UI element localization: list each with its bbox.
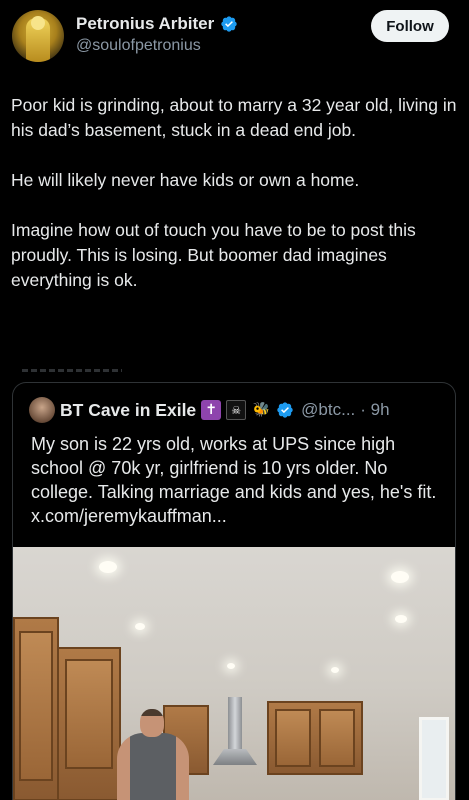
verified-badge-icon	[277, 402, 293, 418]
tweet-header: Petronius Arbiter @soulofpetronius Follo…	[0, 0, 469, 80]
separator	[22, 369, 122, 372]
quoted-tweet-header: BT Cave in Exile ✝ ☠ 🐝 @btc... · 9h	[29, 397, 390, 423]
author-avatar[interactable]	[12, 10, 64, 62]
kitchen-photo[interactable]	[13, 547, 455, 800]
person-figure	[113, 709, 193, 800]
author-name[interactable]: Petronius Arbiter	[76, 14, 214, 34]
tweet-paragraph: He will likely never have kids or own a …	[11, 170, 360, 190]
quoted-tweet[interactable]: BT Cave in Exile ✝ ☠ 🐝 @btc... · 9h My s…	[12, 382, 456, 800]
window	[419, 717, 449, 800]
tweet-body: Poor kid is grinding, about to marry a 3…	[11, 93, 461, 318]
quoted-author-avatar	[29, 397, 55, 423]
author-name-row: Petronius Arbiter	[76, 14, 238, 34]
bee-emoji-icon: 🐝	[252, 402, 270, 418]
author-handle[interactable]: @soulofpetronius	[76, 37, 201, 55]
tweet-paragraph: Poor kid is grinding, about to marry a 3…	[11, 95, 457, 140]
range-hood	[213, 697, 257, 767]
follow-button[interactable]: Follow	[371, 10, 449, 42]
quoted-tweet-text: My son is 22 yrs old, works at UPS since…	[31, 434, 437, 526]
quoted-author-name: BT Cave in Exile	[60, 399, 197, 420]
verified-badge-icon	[221, 16, 237, 32]
quoted-tweet-time: · 9h	[360, 400, 390, 419]
tweet-paragraph: Imagine how out of touch you have to be …	[11, 220, 416, 290]
quoted-author-handle: @btc...	[301, 400, 356, 419]
pirate-flag-emoji-icon: ☠	[226, 400, 247, 420]
cross-emoji-icon: ✝	[201, 400, 222, 420]
